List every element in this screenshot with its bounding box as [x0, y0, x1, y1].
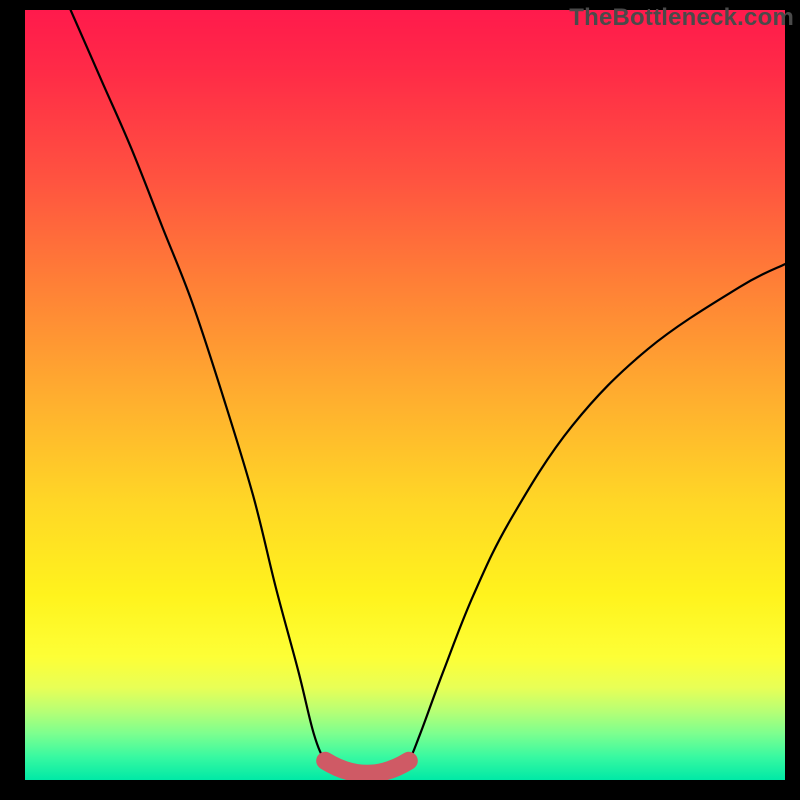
plot-area	[25, 10, 785, 780]
highlight-minimum	[325, 761, 409, 774]
chart-frame: TheBottleneck.com	[0, 0, 800, 800]
bottleneck-curve	[71, 10, 785, 774]
watermark-text: TheBottleneck.com	[569, 4, 794, 32]
curve-layer	[25, 10, 785, 780]
